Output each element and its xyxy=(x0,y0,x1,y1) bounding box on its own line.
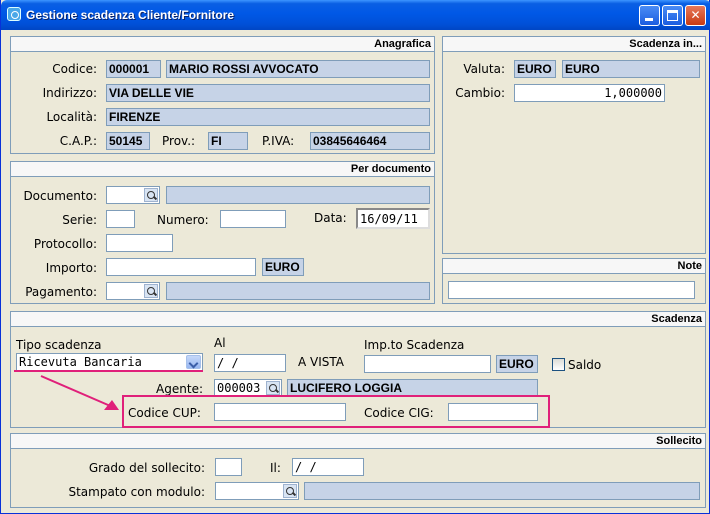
main-window: Gestione scadenza Cliente/Fornitore ✕ An… xyxy=(0,0,710,514)
annotation-arrow xyxy=(40,375,119,410)
